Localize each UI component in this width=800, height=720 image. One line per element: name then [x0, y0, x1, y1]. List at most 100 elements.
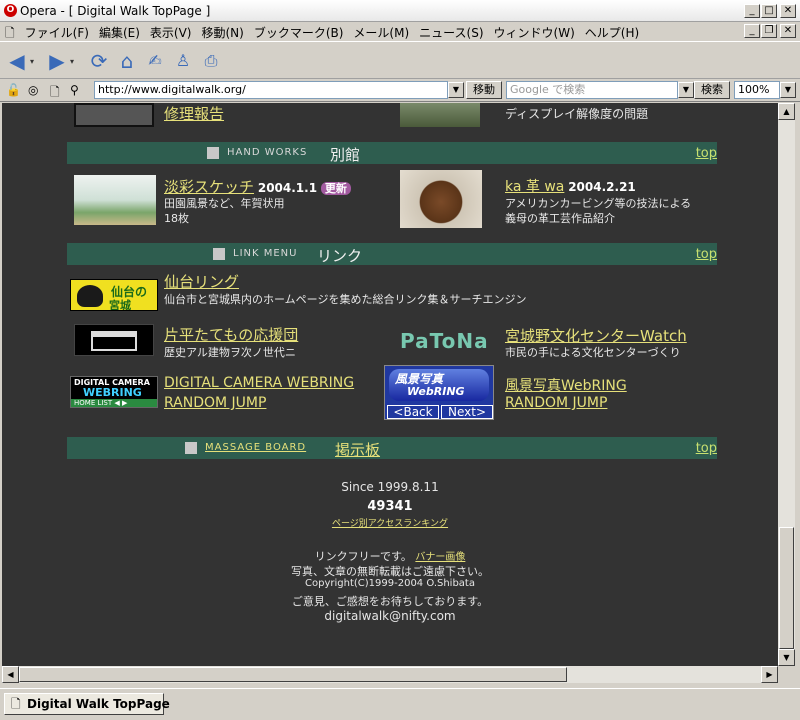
email-text: digitalwalk@nifty.com	[324, 609, 456, 623]
dcw-logo-line2: WEBRING	[83, 386, 142, 399]
scroll-left-button[interactable]: ◀	[2, 666, 19, 683]
board-jp-link[interactable]: 掲示板	[335, 439, 380, 460]
reload-icon[interactable]: ⟳	[86, 48, 112, 74]
search-field[interactable]: Google で検索	[506, 81, 678, 99]
menu-bookmarks[interactable]: ブックマーク(B)	[249, 22, 349, 43]
menu-navigate[interactable]: 移動(N)	[196, 22, 248, 43]
menu-edit[interactable]: 編集(E)	[94, 22, 145, 43]
leather-heading: ka 革 wa 2004.2.21	[505, 176, 636, 196]
patona-logo[interactable]: PaToNa	[400, 329, 489, 353]
section-square-icon	[213, 248, 225, 260]
vertical-scrollbar[interactable]: ▲ ▼	[778, 103, 795, 666]
maximize-button[interactable]: □	[761, 4, 777, 18]
tatemono-desc: 歴史アル建物ヲ次ノ世代ニ	[164, 346, 296, 359]
security-icon[interactable]: ⚲	[70, 83, 79, 97]
zoom-field[interactable]: 100%	[734, 81, 780, 99]
page-info-icon[interactable]: 🗋	[50, 83, 60, 104]
sketch-link[interactable]: 淡彩スケッチ	[164, 178, 254, 196]
section-linkmenu: LINK MENU リンク top	[67, 243, 717, 265]
url-field[interactable]: http://www.digitalwalk.org/	[94, 81, 448, 99]
miyagi-logo-text: 宮城	[109, 299, 131, 311]
leather-thumbnail[interactable]	[400, 170, 482, 228]
display-resolution-desc: ディスプレイ解像度の問題	[505, 107, 649, 121]
scroll-down-button[interactable]: ▼	[778, 649, 795, 666]
section-square-icon	[185, 442, 197, 454]
lock-icon[interactable]: 🔓	[6, 83, 21, 97]
leather-link[interactable]: ka 革 wa	[505, 179, 564, 195]
forward-icon[interactable]: ▶	[44, 48, 70, 74]
menu-mail[interactable]: メール(M)	[348, 22, 414, 43]
forward-history-icon[interactable]: ▾	[70, 57, 74, 66]
section-board: MASSAGE BOARD 掲示板 top	[67, 437, 717, 459]
print-icon[interactable]: ⎙	[198, 48, 224, 74]
menu-file[interactable]: ファイル(F)	[20, 22, 94, 43]
menu-window[interactable]: ウィンドウ(W)	[489, 22, 580, 43]
address-bar: 🔓 ◎ 🗋 ⚲ http://www.digitalwalk.org/ ▼ 移動…	[0, 79, 800, 102]
banner-link[interactable]: バナー画像	[415, 552, 465, 563]
horizontal-scroll-thumb[interactable]	[19, 667, 567, 682]
zoom-dropdown-icon[interactable]: ▼	[780, 82, 796, 98]
menu-bar: 🗋 ファイル(F) 編集(E) 表示(V) 移動(N) ブックマーク(B) メール(M) ニュ…	[0, 22, 800, 42]
dcw-nav-buttons[interactable]: HOME LIST ◀ ▶	[71, 399, 157, 407]
scroll-up-button[interactable]: ▲	[778, 103, 795, 120]
top-link[interactable]: top	[696, 146, 717, 161]
page-tab[interactable]: 🗋 Digital Walk TopPage	[4, 693, 170, 715]
top-link[interactable]: top	[696, 441, 717, 456]
updated-badge: 更新	[320, 182, 351, 195]
ranking-link[interactable]: ページ別アクセスランキング	[290, 516, 490, 529]
miyagino-link[interactable]: 宮城野文化センターWatch	[505, 325, 687, 346]
hotlist-icon[interactable]: ✍	[142, 48, 168, 74]
repair-report-link[interactable]: 修理報告	[164, 103, 224, 124]
fukei-back-button[interactable]: <Back	[387, 405, 439, 419]
menu-news[interactable]: ニュース(S)	[414, 22, 488, 43]
fukei-next-button[interactable]: Next>	[441, 405, 493, 419]
doc-minimize-button[interactable]: _	[744, 24, 760, 38]
display-thumbnail[interactable]	[400, 103, 480, 127]
search-button[interactable]: 検索	[694, 81, 730, 99]
title-bar: O Opera - [ Digital Walk TopPage ] _ □ ✕	[0, 0, 800, 22]
section-handworks-jp: 別館	[330, 146, 361, 164]
since-text: Since 1999.8.11	[341, 480, 439, 494]
menu-view[interactable]: 表示(V)	[145, 22, 197, 43]
back-history-icon[interactable]: ▾	[30, 57, 34, 66]
doc-restore-button[interactable]: ❐	[761, 24, 777, 38]
back-icon[interactable]: ◀	[4, 48, 30, 74]
vertical-scroll-thumb[interactable]	[779, 527, 794, 649]
access-counter: 49341	[367, 499, 413, 514]
top-link[interactable]: top	[696, 247, 717, 262]
fukei-random-link[interactable]: RANDOM JUMP	[505, 395, 607, 411]
go-button[interactable]: 移動	[466, 81, 502, 99]
fukei-link[interactable]: 風景写真WebRING	[505, 375, 627, 395]
home-icon[interactable]: ⌂	[114, 48, 140, 74]
sketch-date: 2004.1.1	[257, 181, 318, 195]
sketch-thumbnail[interactable]	[74, 175, 156, 225]
tab-bar: 🗋 Digital Walk TopPage	[0, 688, 800, 720]
cookie-icon[interactable]: ◎	[28, 83, 38, 97]
page-icon: 🗋	[11, 697, 21, 711]
minimize-button[interactable]: _	[744, 4, 760, 18]
dcw-random-link[interactable]: RANDOM JUMP	[164, 395, 266, 411]
scroll-right-button[interactable]: ▶	[761, 666, 778, 683]
repair-thumbnail[interactable]	[74, 103, 154, 127]
tatemono-link[interactable]: 片平たてもの応援団	[164, 324, 298, 345]
dcw-logo[interactable]: DIGITAL CAMERA WEBRING HOME LIST ◀ ▶	[70, 376, 158, 408]
horizontal-scrollbar[interactable]: ◀ ▶	[2, 666, 778, 683]
building-icon	[91, 331, 137, 351]
sendai-ring-logo[interactable]: 仙台の 宮城	[70, 279, 158, 311]
section-square-icon	[207, 147, 219, 159]
dcw-link[interactable]: DIGITAL CAMERA WEBRING	[164, 375, 354, 391]
fukei-webring-logo[interactable]: 風景写真 WebRING <Back Next>	[384, 365, 494, 420]
section-linkmenu-jp: リンク	[317, 247, 363, 265]
page-content: 修理報告 ディスプレイ解像度の問題 HAND WORKS 別館 top 淡彩スケ…	[2, 103, 778, 666]
sendai-ring-link[interactable]: 仙台リング	[164, 271, 239, 292]
wand-icon[interactable]: ♙	[170, 48, 196, 74]
menu-help[interactable]: ヘルプ(H)	[580, 22, 644, 43]
section-linkmenu-en: LINK MENU	[233, 248, 298, 259]
url-dropdown-icon[interactable]: ▼	[448, 82, 464, 98]
tatemono-logo[interactable]	[74, 324, 154, 356]
board-en-link[interactable]: MASSAGE BOARD	[205, 442, 306, 453]
doc-close-button[interactable]: ✕	[780, 24, 796, 38]
close-button[interactable]: ✕	[780, 4, 796, 18]
leather-date: 2004.2.21	[568, 180, 636, 194]
search-dropdown-icon[interactable]: ▼	[678, 82, 694, 98]
